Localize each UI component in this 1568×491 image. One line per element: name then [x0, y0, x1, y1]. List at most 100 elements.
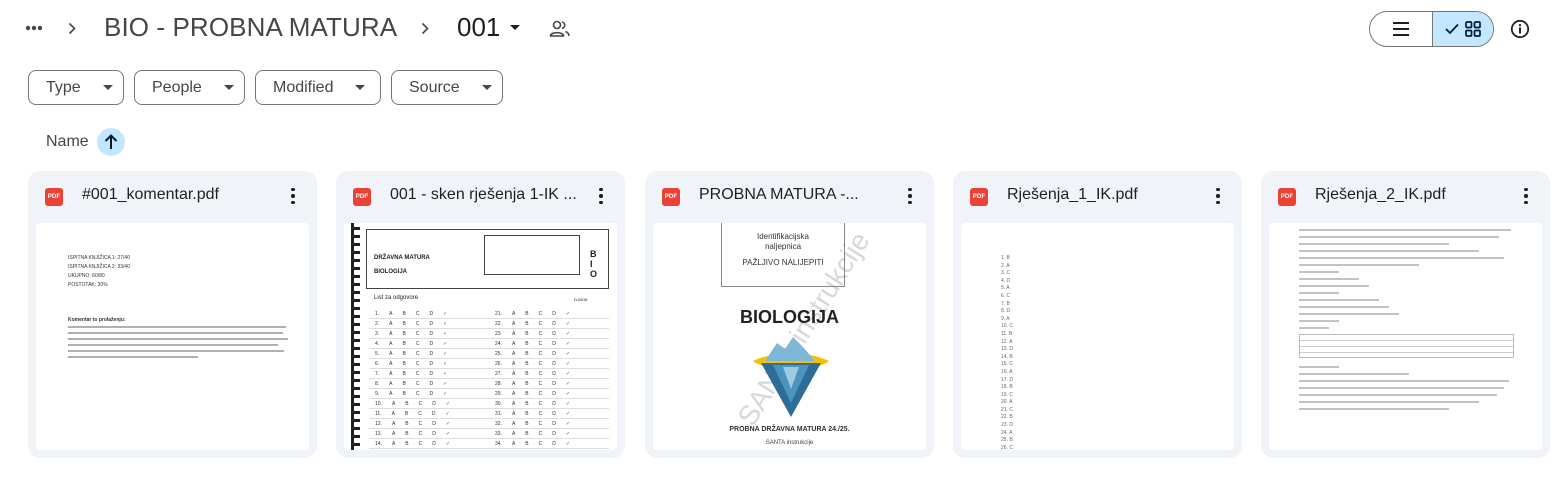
answer-line: 25. B: [1001, 437, 1013, 444]
file-name: #001_komentar.pdf: [82, 186, 219, 203]
breadcrumb-parent-folder[interactable]: BIO - PROBNA MATURA: [104, 12, 397, 43]
filter-modified-chip[interactable]: Modified: [255, 70, 381, 105]
file-card-header: PDF Rješenja_2_IK.pdf: [1261, 171, 1550, 221]
answer-line: 17. D: [1001, 376, 1013, 383]
answer-line: 26. C: [1001, 444, 1013, 450]
filter-chips: Type People Modified Source: [28, 70, 503, 105]
answer-grid-row: 13. A B C D ✓ 33. A B C D ✓: [369, 429, 609, 439]
view-toggle: [1369, 11, 1494, 47]
answer-line: 13. D: [1001, 346, 1013, 353]
file-card[interactable]: PDF 001 - sken rješenja 1-IK ... DRŽAVNA…: [336, 171, 625, 458]
answer-line: 5. A: [1001, 285, 1010, 292]
sort-direction-button[interactable]: [96, 128, 125, 156]
header-bar: BIO - PROBNA MATURA 001: [0, 0, 1568, 60]
answer-grid: 1. A B C D ✓ 21. A B C D ✓ 2. A B C D ✓ 22. A B C D ✓ 3. A B C D ✓ 23.…: [369, 309, 609, 449]
filter-chip-label: People: [152, 78, 202, 96]
more-horiz-icon[interactable]: [22, 16, 46, 40]
file-thumbnail: [1269, 223, 1542, 450]
more-vert-icon[interactable]: [1516, 186, 1536, 206]
file-card-header: PDF Rješenja_1_IK.pdf: [953, 171, 1242, 221]
pdf-icon: PDF: [662, 188, 680, 206]
thumbnail-title: BIOLOGIJA: [739, 307, 839, 327]
list-view-button[interactable]: [1370, 12, 1432, 46]
pdf-icon: PDF: [1278, 188, 1296, 206]
list-view-icon: [1392, 22, 1409, 36]
answer-line: 11. B: [1001, 330, 1013, 337]
file-thumbnail: ISPITNA KNJIŽICA 1: 27/40 ISPITNA KNJIŽI…: [36, 223, 309, 450]
answer-grid-row: 2. A B C D ✓ 22. A B C D ✓: [369, 319, 609, 329]
answer-grid-row: 10. A B C D ✓ 30. A B C D ✓: [369, 399, 609, 409]
filter-people-chip[interactable]: People: [134, 70, 245, 105]
filter-chip-label: Modified: [273, 78, 334, 96]
answer-line: 7. B: [1001, 300, 1010, 307]
file-thumbnail: 1. B 2. A 3. C 4. D 5. A 6. C 7. B 8. D 9. A 10. …: [961, 223, 1234, 450]
answer-grid-row: 11. A B C D ✓ 31. A B C D ✓: [369, 409, 609, 419]
grid-view-button[interactable]: [1431, 12, 1493, 46]
file-name: Rješenja_2_IK.pdf: [1315, 186, 1446, 203]
answer-line: 4. D: [1001, 277, 1011, 284]
answer-line: 12. A: [1001, 338, 1013, 345]
file-name: PROBNA MATURA -...: [699, 186, 859, 203]
answer-grid-row: 4. A B C D ✓ 24. A B C D ✓: [369, 339, 609, 349]
caret-down-icon: [355, 85, 366, 90]
arrow-up-icon: [104, 134, 117, 149]
caret-down-icon: [510, 25, 521, 30]
answer-grid-row: 12. A B C D ✓ 32. A B C D ✓: [369, 419, 609, 429]
sort-row: Name: [46, 128, 125, 156]
answer-list: 1. B 2. A 3. C 4. D 5. A 6. C 7. B 8. D 9. A 10. …: [1001, 255, 1013, 450]
answer-grid-row: 7. A B C D ✓ 27. A B C D ✓: [369, 369, 609, 379]
answer-line: 10. C: [1001, 323, 1013, 330]
more-vert-icon[interactable]: [900, 186, 920, 206]
answer-grid-row: 14. A B C D ✓ 34. A B C D ✓: [369, 439, 609, 449]
sort-by-name-label[interactable]: Name: [46, 133, 89, 151]
answer-grid-row: 1. A B C D ✓ 21. A B C D ✓: [369, 309, 609, 319]
more-vert-icon[interactable]: [283, 186, 303, 206]
grid-view-icon: [1464, 21, 1481, 37]
iceberg-logo-icon: [753, 337, 829, 417]
shared-people-icon[interactable]: [549, 19, 571, 39]
answer-grid-row: 6. A B C D ✓ 26. A B C D ✓: [369, 359, 609, 369]
filter-type-chip[interactable]: Type: [28, 70, 124, 105]
more-vert-icon[interactable]: [1208, 186, 1228, 206]
thumbnail-body: [1299, 229, 1514, 415]
answer-line: 6. C: [1001, 292, 1011, 299]
answer-line: 23. D: [1001, 422, 1013, 429]
answer-line: 15. C: [1001, 361, 1013, 368]
info-icon[interactable]: [1508, 17, 1532, 41]
file-card-header: PDF #001_komentar.pdf: [28, 171, 317, 221]
thumbnail-text: ISPITNA KNJIŽICA 1: 27/40 ISPITNA KNJIŽI…: [68, 255, 130, 288]
answer-line: 16. A: [1001, 368, 1013, 375]
current-folder-name: 001: [457, 12, 501, 42]
thumbnail-footer-sub: SANTA instrukcije: [765, 440, 814, 446]
chevron-right-icon: [418, 18, 432, 38]
answer-line: 18. B: [1001, 384, 1013, 391]
file-name: Rješenja_1_IK.pdf: [1007, 186, 1138, 203]
file-name: 001 - sken rješenja 1-IK ...: [390, 186, 577, 203]
caret-down-icon: [223, 85, 234, 90]
answer-line: 14. B: [1001, 353, 1013, 360]
filter-chip-label: Source: [409, 78, 460, 96]
answer-grid-row: 9. A B C D ✓ 29. A B C D ✓: [369, 389, 609, 399]
breadcrumb-current-folder[interactable]: 001: [457, 12, 521, 43]
answer-line: 19. C: [1001, 391, 1013, 398]
answer-line: 24. A: [1001, 429, 1013, 436]
caret-down-icon: [102, 85, 113, 90]
file-card[interactable]: PDF Rješenja_1_IK.pdf 1. B 2. A 3. C 4. D 5.…: [953, 171, 1242, 458]
check-icon: [1445, 23, 1459, 35]
pdf-icon: PDF: [353, 188, 371, 206]
file-card[interactable]: PDF #001_komentar.pdf ISPITNA KNJIŽICA 1…: [28, 171, 317, 458]
pdf-icon: PDF: [970, 188, 988, 206]
answer-grid-row: 3. A B C D ✓ 23. A B C D ✓: [369, 329, 609, 339]
answer-line: 20. A: [1001, 399, 1013, 406]
file-card[interactable]: PDF PROBNA MATURA -... SANTA instrukcije…: [645, 171, 934, 458]
more-vert-icon[interactable]: [591, 186, 611, 206]
filter-source-chip[interactable]: Source: [391, 70, 503, 105]
thumbnail-footer: PROBNA DRŽAVNA MATURA 24./25.: [729, 426, 850, 433]
id-label-box: Identifikacijska naljepnica PAŽLJIVO NAL…: [721, 223, 845, 287]
answer-line: 21. C: [1001, 406, 1013, 413]
pdf-icon: PDF: [45, 188, 63, 206]
filter-chip-label: Type: [46, 78, 81, 96]
caret-down-icon: [481, 85, 492, 90]
chevron-right-icon: [65, 18, 79, 38]
file-card[interactable]: PDF Rješenja_2_IK.pdf: [1261, 171, 1550, 458]
